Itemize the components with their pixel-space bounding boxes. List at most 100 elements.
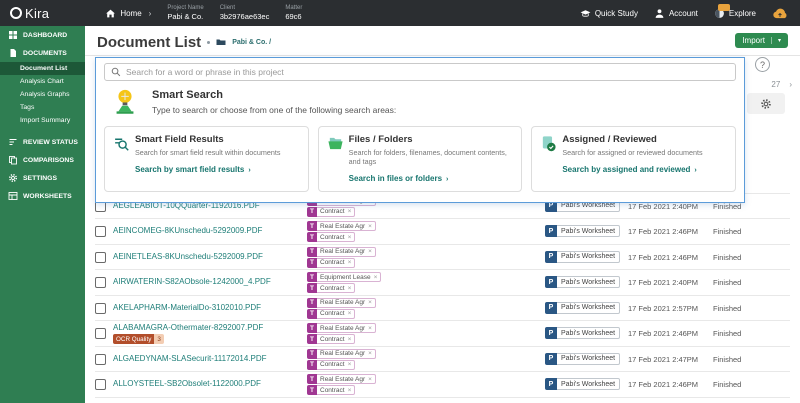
tag-remove-icon[interactable]: × — [368, 299, 372, 306]
tag-label: Real Estate Agr — [320, 248, 365, 255]
search-by-assigned-link[interactable]: Search by assigned and reviewed› — [562, 165, 726, 174]
tag-chip[interactable]: TReal Estate Agr× — [307, 247, 376, 257]
document-name-link[interactable]: ALGAEDYNAM-SLASecurit-11172014.PDF — [113, 354, 267, 363]
tag-remove-icon[interactable]: × — [368, 350, 372, 357]
worksheet-chip[interactable]: P Pabi's Worksheet — [545, 327, 620, 339]
worksheet-chip[interactable]: P Pabi's Worksheet — [545, 353, 620, 365]
tag-remove-icon[interactable]: × — [374, 274, 378, 281]
tag-chip[interactable]: TContract× — [307, 207, 376, 217]
tag-chip[interactable]: TEquipment Lease× — [307, 272, 381, 282]
help-button[interactable]: ? — [755, 57, 770, 72]
tag-remove-icon[interactable]: × — [348, 285, 352, 292]
document-name-link[interactable]: AEINCOMEG-8KUnschedu-5292009.PDF — [113, 226, 262, 235]
worksheet-chip[interactable]: P Pabi's Worksheet — [545, 302, 620, 314]
sidebar-item-document-list[interactable]: Document List — [0, 62, 85, 75]
tag-chip[interactable]: TContract× — [307, 334, 376, 344]
worksheet-chip[interactable]: P Pabi's Worksheet — [545, 225, 620, 237]
sidebar-item-tags[interactable]: Tags — [0, 101, 85, 114]
tag-remove-icon[interactable]: × — [348, 387, 352, 394]
tag-chip[interactable]: TContract× — [307, 360, 376, 370]
tag-type-icon: T — [307, 258, 317, 268]
cloud-upload-icon[interactable] — [772, 8, 788, 19]
row-checkbox[interactable] — [95, 328, 106, 339]
breadcrumb-dot-icon — [207, 41, 210, 44]
table-settings-button[interactable] — [747, 93, 785, 114]
sidebar-item-settings[interactable]: SETTINGS — [0, 169, 85, 187]
tag-chip[interactable]: TReal Estate Agr× — [307, 349, 376, 359]
files-folders-card[interactable]: Files / Folders Search for folders, file… — [318, 126, 523, 192]
table-row[interactable]: AEINCOMEG-8KUnschedu-5292009.PDF TReal E… — [95, 219, 790, 245]
account-button[interactable]: Account — [654, 8, 698, 19]
sidebar-item-dashboard[interactable]: DASHBOARD — [0, 26, 85, 44]
sidebar-item-import-summary[interactable]: Import Summary — [0, 114, 85, 127]
tag-chip[interactable]: TReal Estate Agr× — [307, 298, 376, 308]
tag-remove-icon[interactable]: × — [348, 361, 352, 368]
sidebar-subitem-label: Analysis Chart — [20, 78, 64, 85]
search-by-smart-field-link[interactable]: Search by smart field results› — [135, 165, 299, 174]
row-checkbox[interactable] — [95, 379, 106, 390]
document-name-link[interactable]: ALLOYSTEEL-SB2Obsolet-1122000.PDF — [113, 379, 261, 388]
worksheet-chip[interactable]: P Pabi's Worksheet — [545, 378, 620, 390]
table-row[interactable]: AEINETLEAS-8KUnschedu-5292009.PDF TReal … — [95, 245, 790, 271]
tag-remove-icon[interactable]: × — [368, 223, 372, 230]
tag-chip[interactable]: TContract× — [307, 385, 376, 395]
client-meta: Client 3b2976ae63ec — [220, 5, 270, 22]
tag-chip[interactable]: TContract× — [307, 309, 376, 319]
tag-chip[interactable]: TContract× — [307, 232, 376, 242]
smart-field-results-card[interactable]: Smart Field Results Search for smart fie… — [104, 126, 309, 192]
tag-remove-icon[interactable]: × — [348, 310, 352, 317]
kira-logo[interactable]: Kira — [10, 6, 49, 21]
tag-chip[interactable]: TContract× — [307, 258, 376, 268]
tag-remove-icon[interactable]: × — [368, 376, 372, 383]
row-checkbox[interactable] — [95, 252, 106, 263]
tag-chip[interactable]: TReal Estate Agr× — [307, 374, 376, 384]
table-row[interactable]: ALGAEDYNAM-SLASecurit-11172014.PDF TReal… — [95, 347, 790, 373]
table-row[interactable]: ALABAMAGRA-Othermater-8292007.PDF OCR Qu… — [95, 321, 790, 347]
tag-remove-icon[interactable]: × — [348, 336, 352, 343]
assigned-reviewed-card[interactable]: Assigned / Reviewed Search for assigned … — [531, 126, 736, 192]
sidebar-item-comparisons[interactable]: COMPARISONS — [0, 151, 85, 169]
home-link[interactable]: Home › — [105, 8, 151, 19]
document-name-link[interactable]: AIRWATERIN-S82AObsole-1242000_4.PDF — [113, 277, 271, 286]
row-checkbox[interactable] — [95, 277, 106, 288]
document-name-link[interactable]: AEINETLEAS-8KUnschedu-5292009.PDF — [113, 252, 263, 261]
tag-remove-icon[interactable]: × — [348, 208, 352, 215]
sidebar-item-analysis-graphs[interactable]: Analysis Graphs — [0, 88, 85, 101]
worksheet-chip[interactable]: P Pabi's Worksheet — [545, 251, 620, 263]
tag-remove-icon[interactable]: × — [368, 248, 372, 255]
explore-button[interactable]: Explore — [714, 8, 756, 19]
project-search-box[interactable] — [104, 63, 736, 81]
tag-type-icon: T — [307, 360, 317, 370]
sidebar-item-worksheets[interactable]: WORKSHEETS — [0, 187, 85, 205]
tag-remove-icon[interactable]: × — [368, 325, 372, 332]
document-name-link[interactable]: ALABAMAGRA-Othermater-8292007.PDF — [113, 323, 263, 332]
tag-chip[interactable]: TReal Estate Agr× — [307, 323, 376, 333]
tag-remove-icon[interactable]: × — [348, 259, 352, 266]
worksheet-chip-label: Pabi's Worksheet — [557, 327, 620, 339]
tag-type-icon: T — [307, 385, 317, 395]
breadcrumb-project-link[interactable]: Pabi & Co. / — [232, 39, 271, 46]
quick-study-button[interactable]: Quick Study — [580, 8, 638, 19]
sidebar-subitem-label: Tags — [20, 104, 34, 111]
row-checkbox[interactable] — [95, 354, 106, 365]
row-checkbox[interactable] — [95, 226, 106, 237]
table-row[interactable]: AKELAPHARM-MaterialDo-3102010.PDF TReal … — [95, 296, 790, 322]
tag-chip[interactable]: TContract× — [307, 283, 381, 293]
tag-list: TReal Estate Agr×TContract× — [307, 349, 376, 370]
tag-remove-icon[interactable]: × — [348, 234, 352, 241]
search-in-files-link[interactable]: Search in files or folders› — [349, 174, 513, 183]
table-row[interactable]: ALLOYSTEEL-SB2Obsolet-1122000.PDF TReal … — [95, 372, 790, 398]
sidebar-item-review-status[interactable]: REVIEW STATUS — [0, 133, 85, 151]
sidebar-item-analysis-chart[interactable]: Analysis Chart — [0, 75, 85, 88]
worksheet-chip[interactable]: P Pabi's Worksheet — [545, 276, 620, 288]
search-input[interactable] — [126, 67, 729, 77]
next-page-chevron-icon[interactable]: › — [789, 80, 792, 89]
row-checkbox[interactable] — [95, 303, 106, 314]
table-row[interactable]: AIRWATERIN-S82AObsole-1242000_4.PDF TEqu… — [95, 270, 790, 296]
tag-chip[interactable]: TReal Estate Agr× — [307, 221, 376, 231]
import-button[interactable]: Import ▾ — [735, 33, 788, 48]
document-name-link[interactable]: AKELAPHARM-MaterialDo-3102010.PDF — [113, 303, 261, 312]
dashboard-icon — [8, 30, 18, 40]
sidebar-item-documents[interactable]: DOCUMENTS — [0, 44, 85, 62]
doc-status: Finished — [713, 380, 741, 389]
